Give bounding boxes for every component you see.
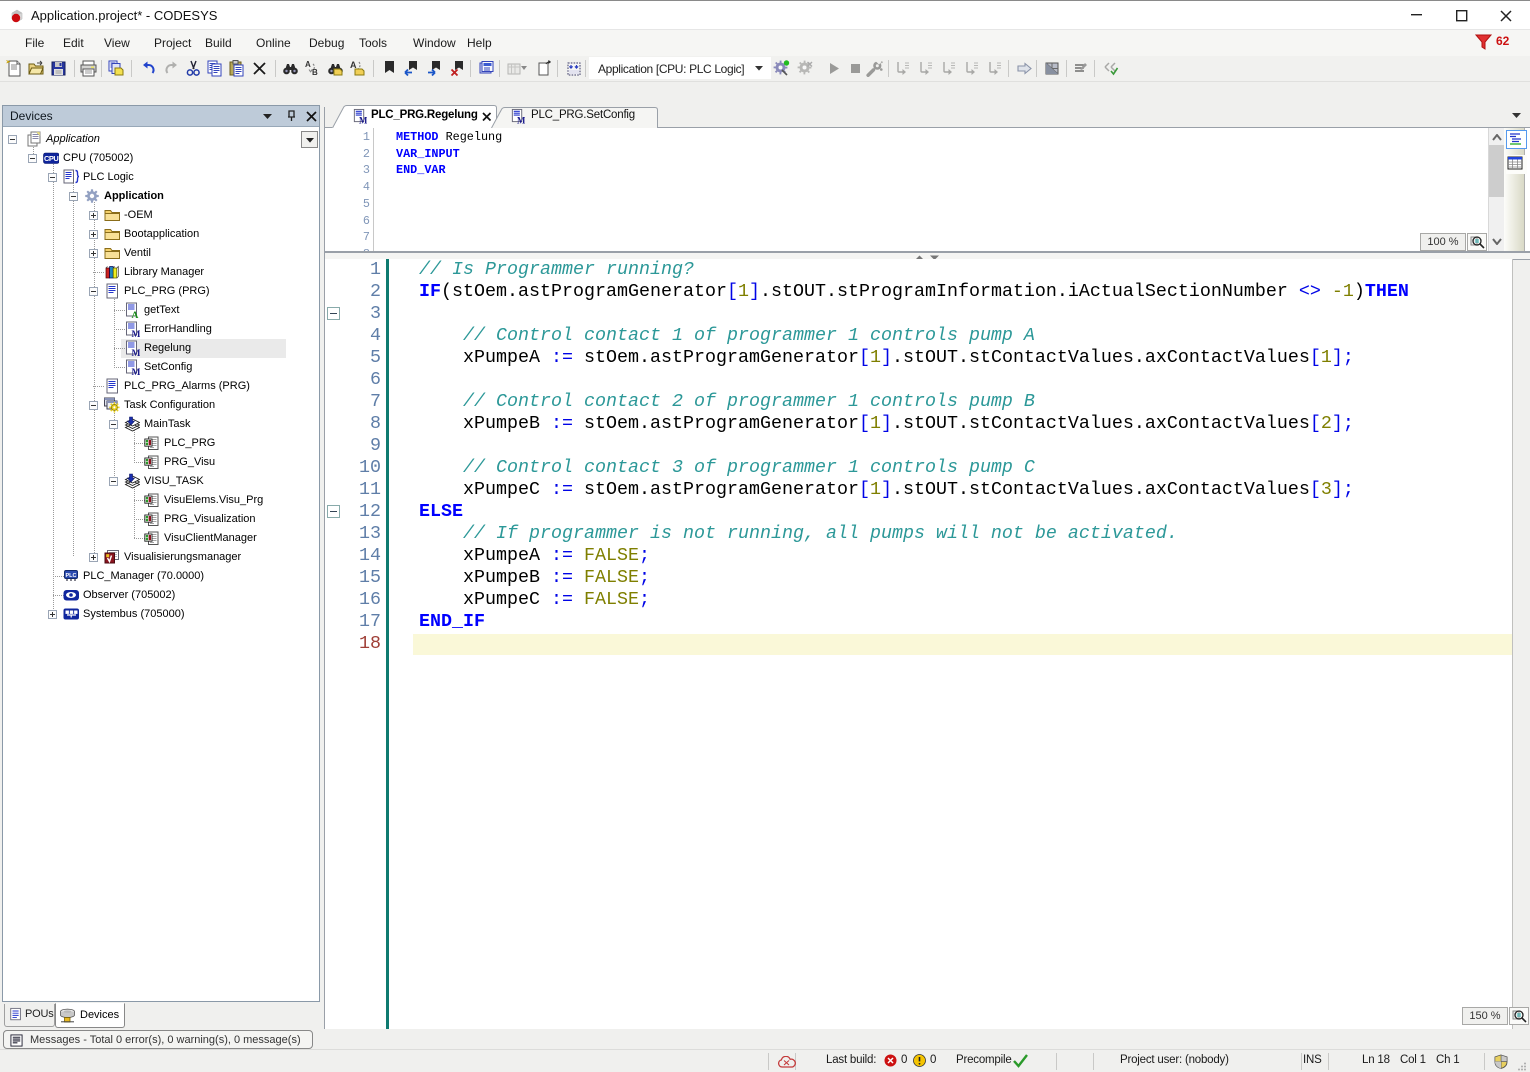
svg-text:M: M	[132, 330, 141, 337]
svg-text:M: M	[517, 116, 525, 125]
svg-text:M: M	[359, 116, 367, 125]
svg-text:CPU: CPU	[44, 154, 58, 163]
svg-text:M: M	[132, 349, 141, 356]
svg-text:M: M	[132, 368, 141, 375]
svg-text:B: B	[312, 68, 318, 77]
svg-text:A: A	[132, 311, 139, 318]
svg-text:PLC: PLC	[66, 573, 77, 579]
svg-text:A: A	[305, 60, 311, 69]
